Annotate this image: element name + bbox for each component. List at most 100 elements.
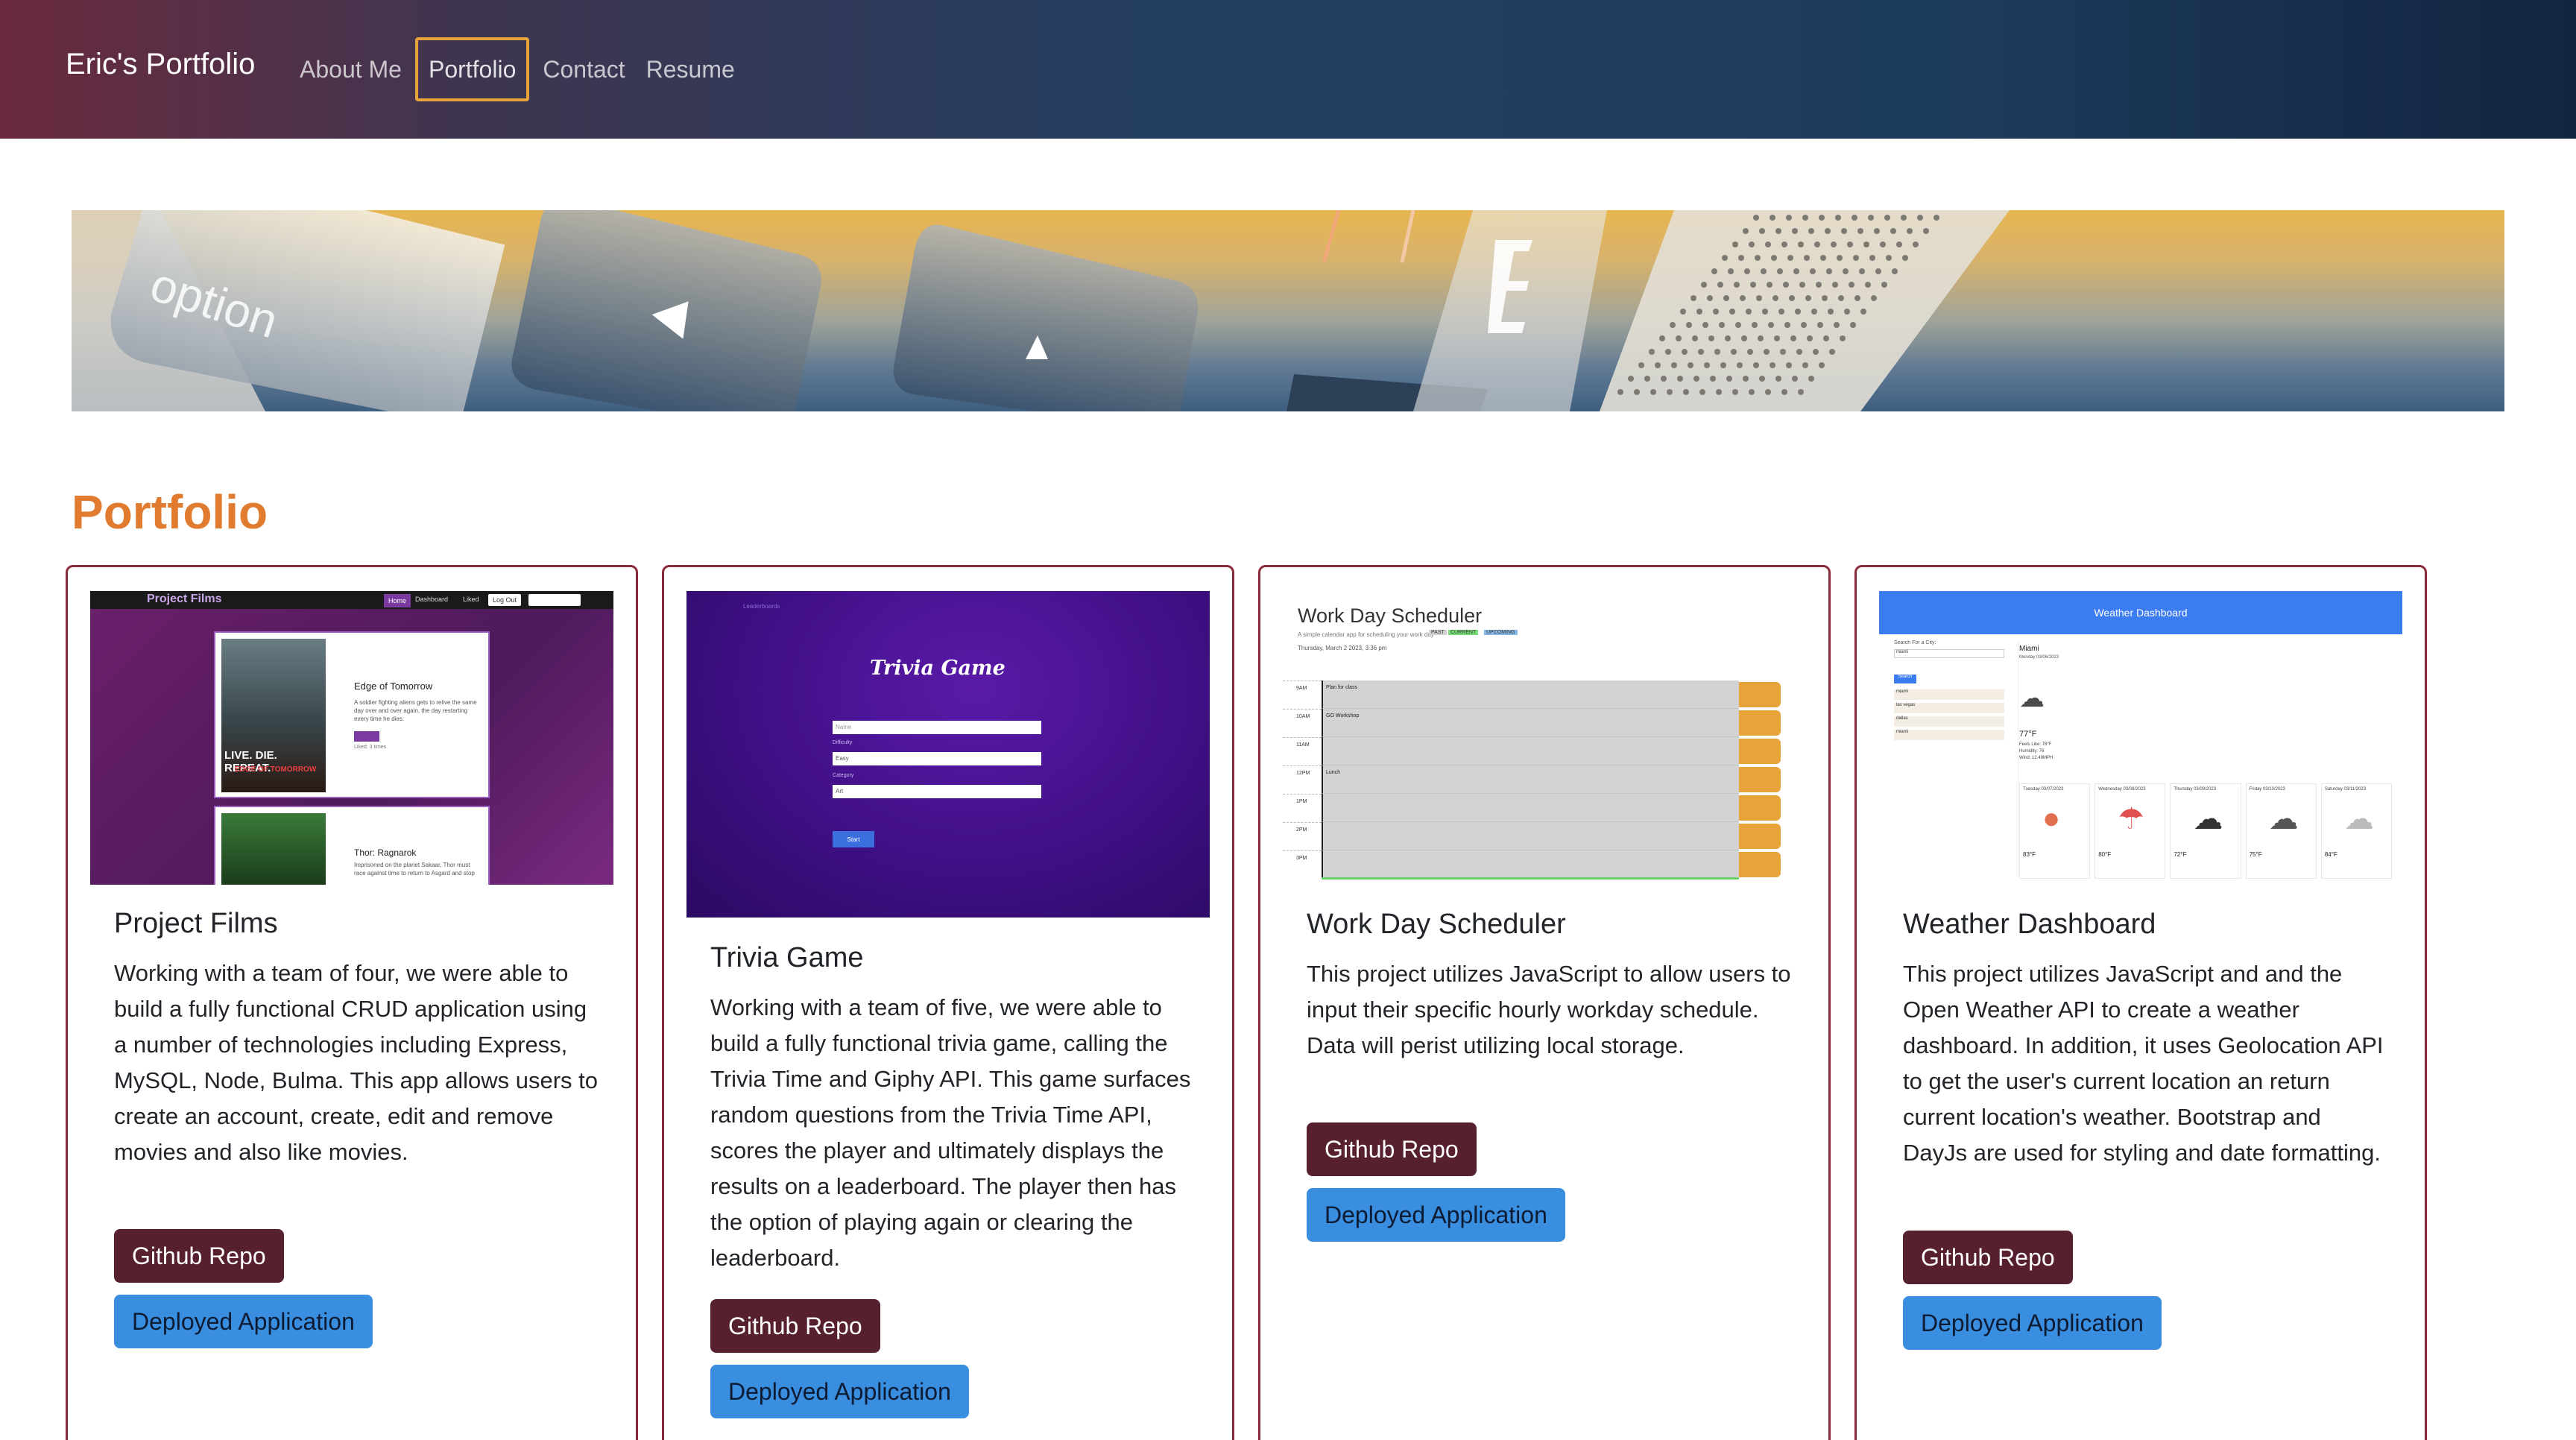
weather-temp: 77°F <box>2019 730 2037 739</box>
project-card-trivia-game: Leaderboards Trivia Game Name Difficulty… <box>662 565 1234 1440</box>
weather-search-button: Search <box>1894 675 1916 683</box>
films-movie-desc: A soldier fighting aliens gets to relive… <box>354 699 477 722</box>
films-nav-liked: Liked <box>463 596 479 603</box>
time-block-textarea: Plan for class <box>1322 680 1739 709</box>
forecast-temp: 80°F <box>2098 851 2112 858</box>
forecast-card: Thursday 03/09/2023 ☁ 72°F <box>2170 783 2241 879</box>
time-block-row: 3PM <box>1283 850 1806 879</box>
card-description: This project utilizes JavaScript to allo… <box>1307 961 1791 1058</box>
movie-poster-image <box>221 813 326 885</box>
weather-details: Feels Like: 78°F Humidity: 76 Wind: 12.4… <box>2019 742 2053 762</box>
films-brand: Project Films <box>147 593 222 605</box>
time-block-hour: 1PM <box>1283 794 1322 822</box>
scheduler-heading: Work Day Scheduler <box>1298 604 1483 627</box>
nav-links: About Me Portfolio Contact Resume <box>289 0 745 139</box>
github-repo-button[interactable]: Github Repo <box>710 1299 880 1353</box>
time-block-save-button <box>1739 824 1781 849</box>
trivia-category-label: Category <box>833 773 854 778</box>
time-block-hour: 11AM <box>1283 737 1322 765</box>
time-block-row: 9AM Plan for class <box>1283 680 1806 709</box>
nav-link-resume[interactable]: Resume <box>636 37 745 101</box>
movie-poster-image: LIVE. DIE. REPEAT. EDGE OF TOMORROW <box>221 639 326 792</box>
card-description: This project utilizes JavaScript and and… <box>1903 961 2384 1166</box>
films-nav-home: Home <box>384 594 411 607</box>
deployed-application-button[interactable]: Deployed Application <box>1307 1188 1565 1242</box>
deployed-application-button[interactable]: Deployed Application <box>114 1295 373 1348</box>
time-block-save-button <box>1739 710 1781 736</box>
time-block-hour: 3PM <box>1283 850 1322 879</box>
trivia-difficulty-value: Easy <box>836 755 849 762</box>
time-block-row: 10AM GO Workshop <box>1283 709 1806 737</box>
nav-link-about-me[interactable]: About Me <box>289 37 412 101</box>
forecast-day: Tuesday 03/07/2023 <box>2023 787 2064 792</box>
forecast-temp: 75°F <box>2249 851 2262 858</box>
forecast-card: Wednesday 03/08/2023 ☂ 80°F <box>2094 783 2166 879</box>
time-block-textarea <box>1322 850 1739 879</box>
history-item: las vegas <box>1894 703 2004 713</box>
weather-feels-like: Feels Like: 78°F <box>2019 742 2052 747</box>
trivia-category-value: Art <box>836 788 844 795</box>
deployed-application-button[interactable]: Deployed Application <box>1903 1296 2162 1350</box>
history-item: miami <box>1894 689 2004 700</box>
portfolio-heading: Portfolio <box>72 485 268 539</box>
github-repo-button[interactable]: Github Repo <box>114 1229 284 1283</box>
weather-dashboard-screenshot: Weather Dashboard Search For a City: mia… <box>1879 591 2402 885</box>
brand-link[interactable]: Eric's Portfolio <box>66 48 255 81</box>
cloud-icon: ☁ <box>2268 803 2299 836</box>
trivia-difficulty-label: Difficulty <box>833 740 853 745</box>
forecast-day: Friday 03/10/2023 <box>2249 787 2285 792</box>
time-block-save-button <box>1739 852 1781 877</box>
nav-link-contact[interactable]: Contact <box>532 37 635 101</box>
nav-link-portfolio[interactable]: Portfolio <box>414 37 530 101</box>
forecast-temp: 84°F <box>2324 851 2337 858</box>
github-repo-button[interactable]: Github Repo <box>1903 1231 2073 1284</box>
forecast-card: Tuesday 03/07/2023 ● 83°F <box>2019 783 2091 879</box>
card-title: Trivia Game <box>710 942 864 973</box>
weather-header: Weather Dashboard <box>1879 591 2402 634</box>
time-block-row: 2PM <box>1283 822 1806 850</box>
history-item: dallas <box>1894 716 2004 727</box>
scheduler-rows: 9AM Plan for class 10AM GO Workshop 11AM 12PM… <box>1283 680 1806 885</box>
deployed-application-button[interactable]: Deployed Application <box>710 1365 969 1418</box>
weather-date: Monday 03/06/2023 <box>2019 655 2059 660</box>
weather-search-label: Search For a City: <box>1894 640 1936 645</box>
keyboard-illustration <box>72 210 2010 411</box>
time-block-save-button <box>1739 795 1781 821</box>
films-nav-logout: Log Out <box>488 594 522 606</box>
films-like-count: Liked: 3 times <box>354 745 387 750</box>
time-block-hour: 9AM <box>1283 680 1322 709</box>
cloud-icon: ☁ <box>2193 803 2223 836</box>
cloud-icon: ☁ <box>2019 684 2045 713</box>
weather-history-list: miami las vegas dallas miami <box>1894 689 2004 743</box>
time-block-textarea <box>1322 822 1739 850</box>
github-repo-button[interactable]: Github Repo <box>1307 1122 1477 1176</box>
time-block-textarea <box>1322 794 1739 822</box>
hero-banner-image: option <box>72 210 2504 411</box>
weather-humidity: Humidity: 76 <box>2019 749 2045 754</box>
scheduler-date: Thursday, March 2 2023, 3:36 pm <box>1298 645 1387 651</box>
time-block-save-button <box>1739 682 1781 707</box>
trivia-game-screenshot: Leaderboards Trivia Game Name Difficulty… <box>686 591 1210 918</box>
weather-city: Miami <box>2019 645 2039 653</box>
time-block-row: 12PM Lunch <box>1283 765 1806 794</box>
card-description: Working with a team of five, we were abl… <box>710 994 1191 1271</box>
card-title: Project Films <box>114 908 278 939</box>
trivia-heading: Trivia Game <box>870 657 1006 680</box>
project-films-screenshot: Project Films Home Dashboard Liked Log O… <box>90 591 613 885</box>
forecast-card: Saturday 03/11/2023 ☁ 84°F <box>2320 783 2393 879</box>
trivia-difficulty-select: Easy <box>833 752 1041 765</box>
films-movie-title: Thor: Ragnarok <box>354 847 417 858</box>
weather-search-input: miami <box>1894 649 2004 658</box>
time-block-row: 1PM <box>1283 794 1806 822</box>
project-card-work-day-scheduler: Work Day Scheduler A simple calendar app… <box>1258 565 1831 1440</box>
trivia-name-placeholder: Name <box>836 724 852 730</box>
forecast-day: Wednesday 03/08/2023 <box>2098 787 2146 792</box>
time-block-hour: 2PM <box>1283 822 1322 850</box>
films-like-button <box>354 731 379 742</box>
trivia-leaderboard-link: Leaderboards <box>743 603 780 610</box>
films-search-box <box>528 594 581 606</box>
cloud-icon: ☁ <box>2343 803 2374 836</box>
time-block-textarea: Lunch <box>1322 765 1739 794</box>
weather-wind: Wind: 12.49MPH <box>2019 756 2053 760</box>
time-block-row: 11AM <box>1283 737 1806 765</box>
